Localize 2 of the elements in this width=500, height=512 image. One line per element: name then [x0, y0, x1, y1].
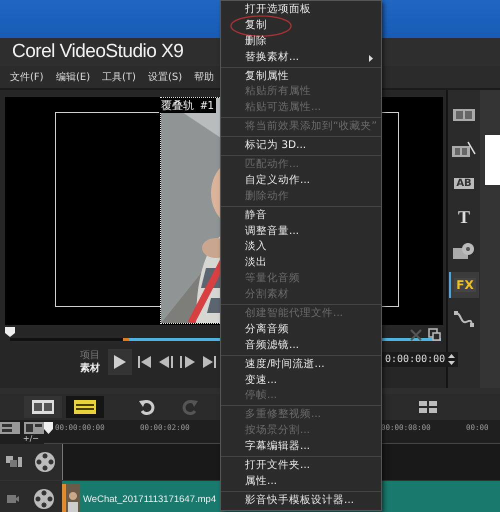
overlay-track-label: 覆叠轨 #1 — [159, 98, 216, 113]
app-title: Corel VideoStudio X9 — [12, 41, 184, 63]
